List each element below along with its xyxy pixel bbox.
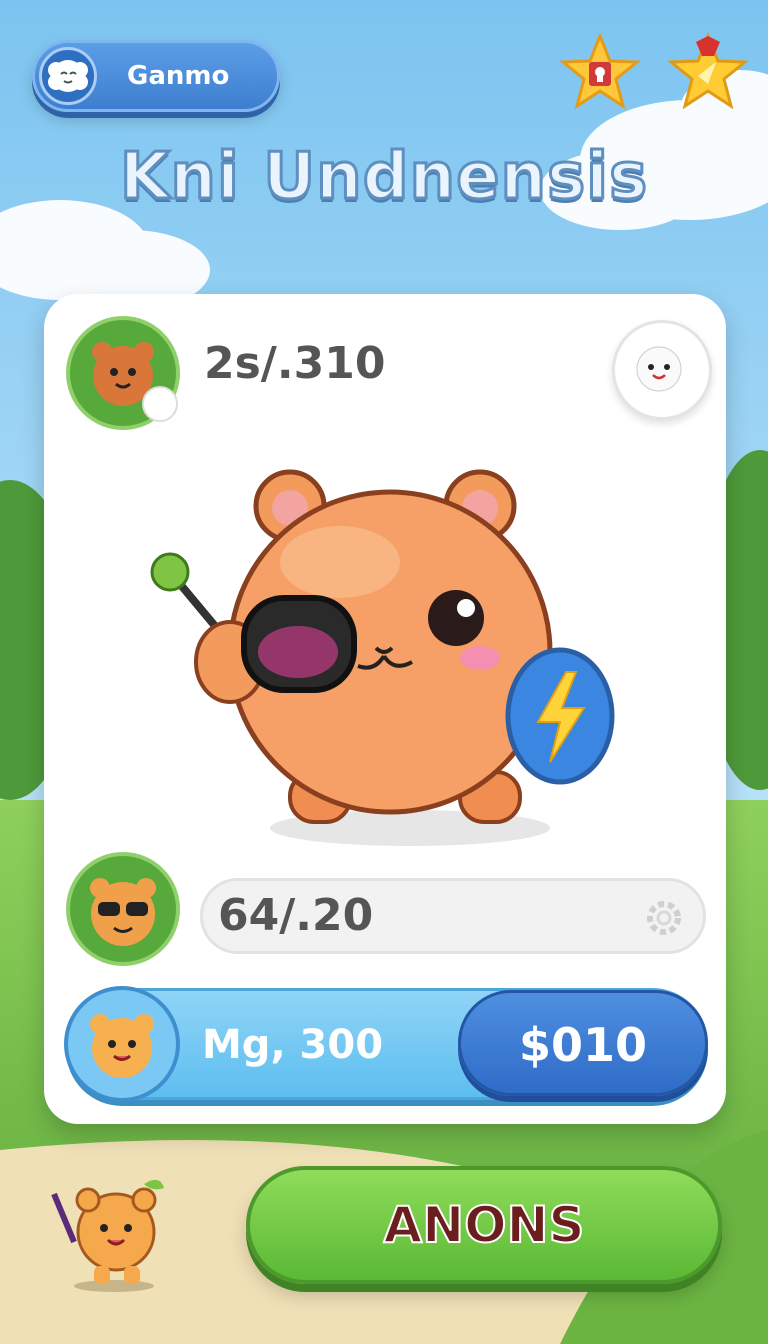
buy-button-label: $010 <box>518 1018 648 1072</box>
cat-face-button[interactable] <box>612 320 712 420</box>
bear-with-sunglasses-icon <box>66 852 180 966</box>
gear-icon[interactable] <box>642 896 686 940</box>
user-profile-pill[interactable]: Ganmo <box>32 40 280 112</box>
action-button-label: ANONS <box>383 1195 586 1255</box>
fluffy-cloud-face-icon <box>39 47 97 105</box>
small-bear-mascot-icon <box>51 1179 164 1292</box>
bear-portrait-icon <box>64 986 180 1102</box>
pencil-badge-icon <box>142 386 178 422</box>
gold-star-icon[interactable] <box>668 32 748 110</box>
game-title: Kni Undnensis <box>118 139 649 216</box>
orange-bear-pet-icon[interactable] <box>140 452 620 852</box>
username-label: Ganmo <box>127 61 230 91</box>
second-stat-value: 64/.20 <box>218 890 374 941</box>
star-badge-icon[interactable] <box>560 34 640 110</box>
top-stat-value: 2s/.310 <box>204 338 386 389</box>
cat-face-icon <box>636 346 682 392</box>
price-label: Mg, 300 <box>202 1022 384 1068</box>
